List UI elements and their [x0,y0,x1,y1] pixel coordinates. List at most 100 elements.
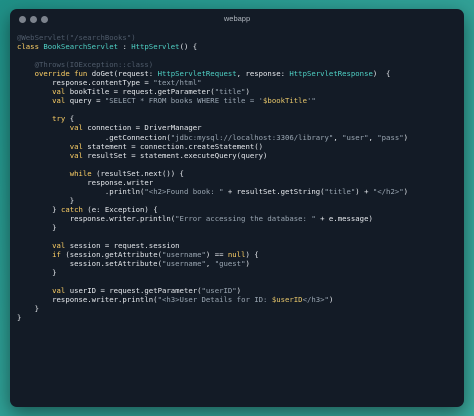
code-token: '" [306,96,316,106]
code-token: , response: [236,69,290,79]
code-token: (e: Exception) { [87,204,158,214]
code-token: val [17,87,70,97]
code-token: , [333,132,343,142]
code-token: class [17,42,44,52]
code-token: "username" [161,259,206,269]
code-line: } [17,223,460,232]
code-token: "Error accessing the database: " [175,213,316,223]
code-token: } [17,204,61,214]
code-token: ) [328,295,334,305]
code-token: HttpServletResponse [289,69,373,79]
code-line: } catch (e: Exception) { [17,205,460,214]
code-token: "pass" [377,132,404,142]
code-token: "user" [342,132,369,142]
code-token: override fun [17,69,92,79]
code-token: val [17,241,70,251]
code-line: val query = "SELECT * FROM books WHERE t… [17,96,460,105]
code-token: response.writer [17,177,154,187]
code-token: ) [403,132,409,142]
code-token: } [17,313,22,323]
code-line: while (resultSet.next()) { [17,169,460,178]
code-token: query = [69,96,105,106]
code-token: ) [245,87,250,97]
code-line: val connection = DriverManager [17,123,460,132]
code-token: catch [60,204,88,214]
code-token: ) { [372,69,391,79]
code-token: } [17,195,75,205]
code-token: BookSearchServlet [43,42,119,52]
code-line: @WebServlet("/searchBooks") [17,33,460,42]
code-token: statement = connection.createStatement() [87,141,264,151]
code-line: try { [17,114,460,123]
code-token: try [17,114,70,124]
code-token: response.contentType = [17,78,154,88]
code-token: , [205,259,215,269]
code-line: } [17,196,460,205]
code-token: userID = request.getParameter( [69,286,202,296]
code-line: val resultSet = statement.executeQuery(q… [17,151,460,160]
code-token: while [17,168,97,178]
code-token: ) + [355,186,373,196]
code-token: HttpServlet [131,42,180,52]
code-token: "userID" [201,286,237,296]
code-line: response.writer.println("<h3>User Detail… [17,295,460,304]
code-line: } [17,268,460,277]
code-token: "guest" [214,259,246,269]
code-token: connection = DriverManager [87,123,202,133]
code-token: $userID [271,295,303,305]
code-line: val statement = connection.createStateme… [17,142,460,151]
code-line: if (session.getAttribute("username") == … [17,250,460,259]
code-token: "</h2>" [372,186,404,196]
code-token: $bookTitle [263,96,307,106]
code-token: (resultSet.next()) { [96,168,184,178]
code-line: } [17,304,460,313]
code-token: "username" [161,250,206,260]
code-line: .println("<h2>Found book: " + resultSet.… [17,187,460,196]
code-token: doGet(request: [91,69,158,79]
code-token: if [17,250,66,260]
code-token: ) [236,286,242,296]
code-token: "text/html" [153,78,202,88]
code-token: { [69,114,75,124]
code-line: class BookSearchServlet : HttpServlet() … [17,42,460,51]
code-line: response.writer.println("Error accessing… [17,214,460,223]
code-token: "jdbc:mysql://localhost:3306/library" [170,132,334,142]
code-token: ) == [205,250,228,260]
code-line: val session = request.session [17,241,460,250]
code-line: override fun doGet(request: HttpServletR… [17,69,460,78]
code-token: + e.message) [315,213,373,223]
code-line: @Throws(IOException::class) [17,60,460,69]
code-token: val [17,286,70,296]
title-bar: webapp [10,9,464,31]
code-token: "title" [324,186,356,196]
code-token: @Throws(IOException::class) [17,60,154,70]
code-token: ) [245,259,250,269]
code-line: .getConnection("jdbc:mysql://localhost:3… [17,133,460,142]
code-token: val [17,150,88,160]
code-editor[interactable]: @WebServlet("/searchBooks") class BookSea… [17,33,460,323]
code-token: session = request.session [69,241,180,251]
code-window: webapp @WebServlet("/searchBooks") class … [10,9,464,407]
code-token: </h3>" [302,295,329,305]
code-token: response.writer.println( [17,295,158,305]
code-token: + resultSet.getString( [223,186,325,196]
code-line: val userID = request.getParameter("userI… [17,286,460,295]
code-token: @WebServlet("/searchBooks") [17,33,136,42]
code-token: } [17,304,39,314]
code-token: val [17,141,88,151]
code-token: } [17,222,57,232]
code-token: response.writer.println( [17,213,176,223]
code-line: } [17,313,460,322]
code-line: session.setAttribute("username", "guest"… [17,259,460,268]
code-line: response.contentType = "text/html" [17,78,460,87]
code-token: "SELECT * FROM books WHERE title = ' [104,96,264,106]
code-token: : [118,42,132,52]
code-line: response.writer [17,178,460,187]
code-token: "<h3>User Details for ID: [157,295,272,305]
code-token: , [368,132,378,142]
code-token: "title" [214,87,246,97]
